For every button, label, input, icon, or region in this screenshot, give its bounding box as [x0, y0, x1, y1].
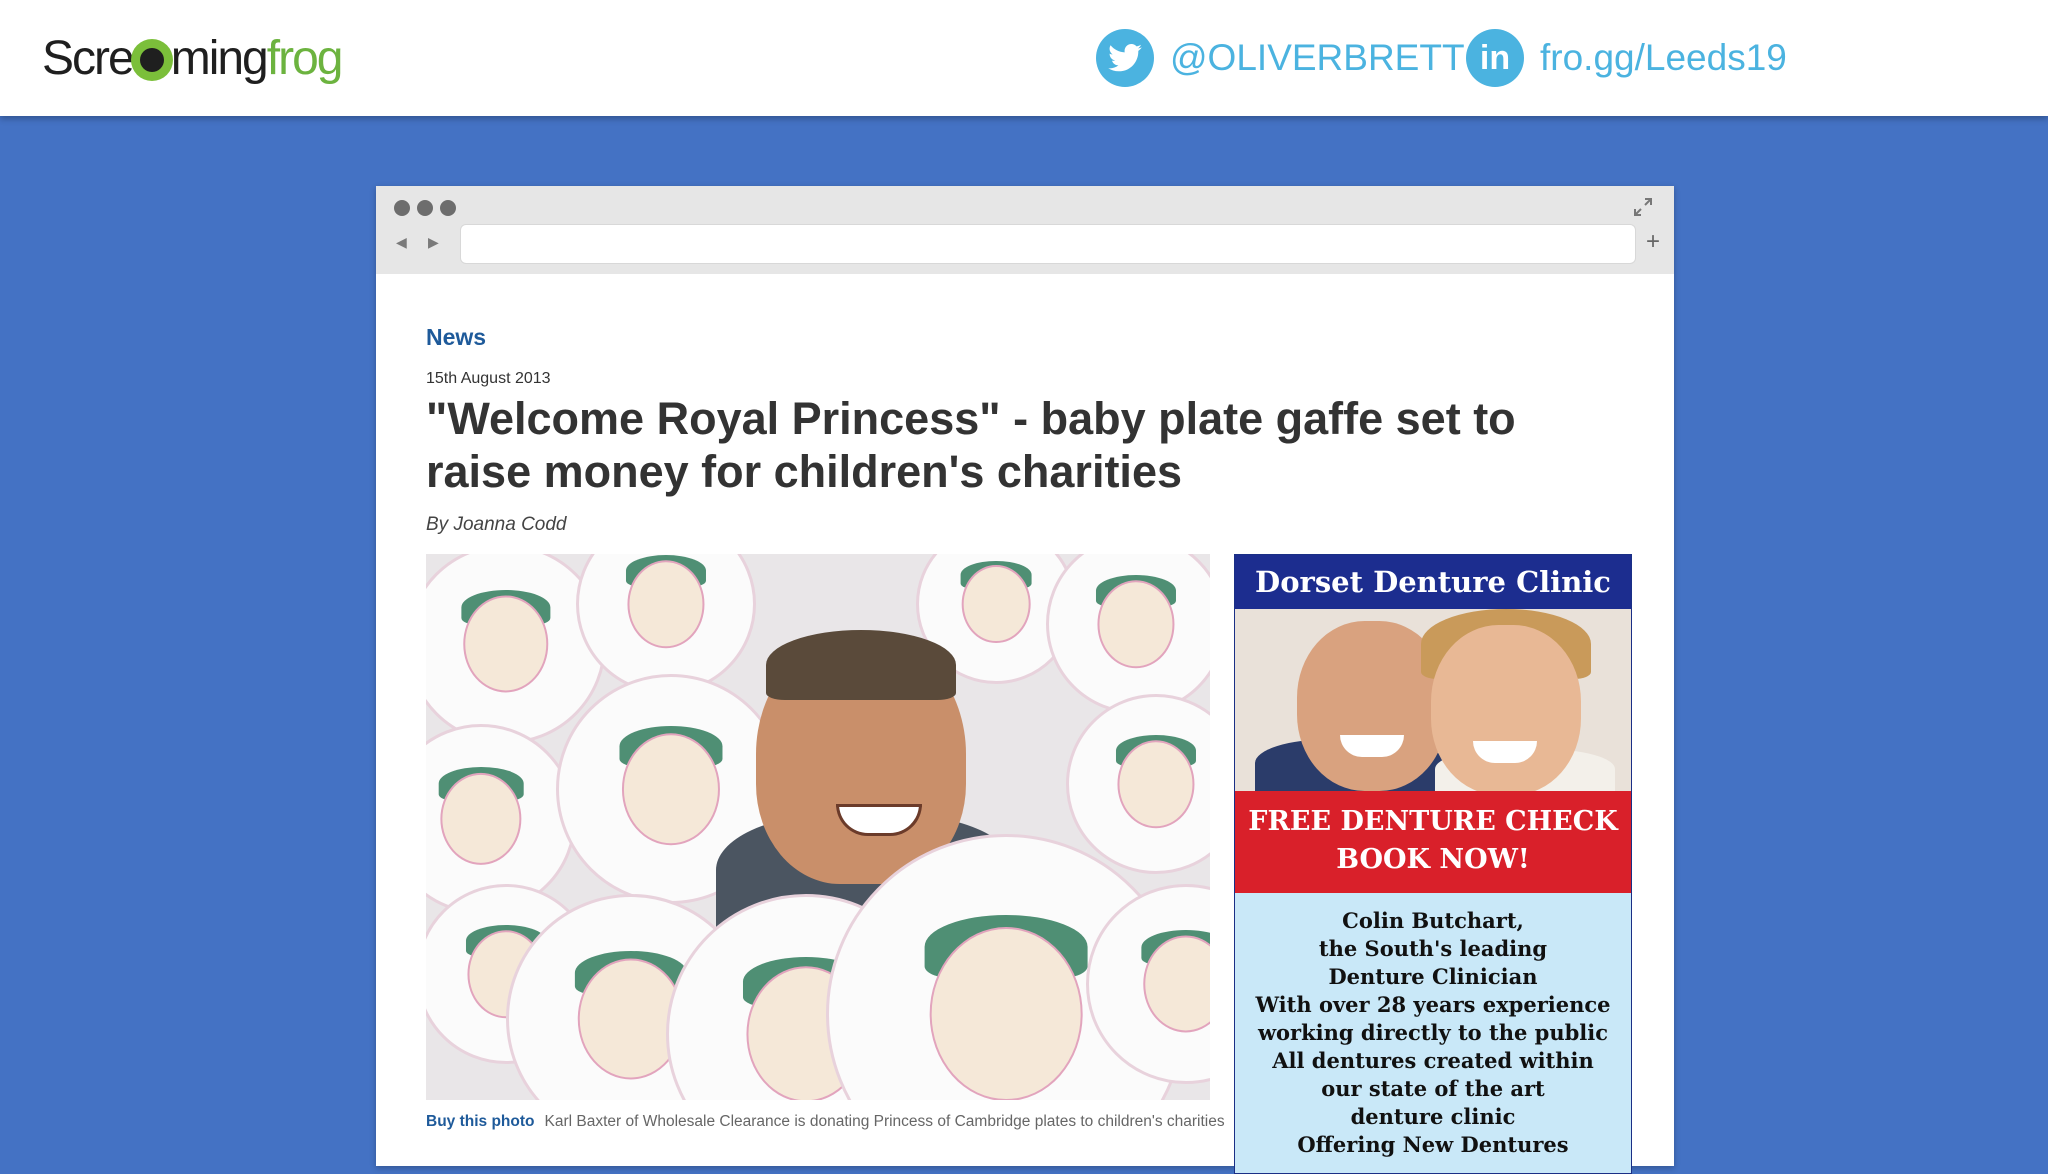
address-bar[interactable]: [460, 224, 1636, 264]
window-dot-icon[interactable]: [394, 200, 410, 216]
advert-line: our state of the art: [1321, 1076, 1545, 1101]
advert-banner[interactable]: Dorset Denture Clinic FREE DENTURE CHECK…: [1234, 554, 1632, 1174]
advert-line: Offering New Dentures: [1297, 1132, 1569, 1157]
woman-face: [1431, 625, 1581, 791]
twitter-icon: [1096, 29, 1154, 87]
linkedin-icon: in: [1466, 29, 1524, 87]
window-dot-icon[interactable]: [417, 200, 433, 216]
logo-text-part1: Scre: [42, 31, 135, 85]
slide-header: Scre ming frog @OLIVERBRETT in fro.gg/Le…: [0, 0, 2048, 116]
caption-text: Karl Baxter of Wholesale Clearance is do…: [544, 1113, 1225, 1130]
advert-cta-line2: BOOK NOW!: [1336, 844, 1530, 875]
forward-arrow-icon[interactable]: ▶: [428, 234, 446, 252]
buy-photo-link[interactable]: Buy this photo: [426, 1113, 535, 1130]
article-headline: "Welcome Royal Princess" - baby plate ga…: [426, 393, 1516, 497]
article-date: 15th August 2013: [426, 370, 551, 387]
new-tab-button[interactable]: +: [1646, 228, 1660, 256]
advert-line: the South's leading: [1318, 936, 1548, 961]
advert-cta-line1: FREE DENTURE CHECK: [1248, 806, 1618, 837]
article-photo[interactable]: [426, 554, 1210, 1100]
advert-body: Colin Butchart, the South's leading Dent…: [1235, 907, 1631, 1159]
twitter-handle[interactable]: @OLIVERBRETT: [1170, 37, 1465, 79]
advert-line: Denture Clinician: [1328, 964, 1538, 989]
logo-text-part2: ming: [170, 31, 269, 85]
twitter-contact[interactable]: @OLIVERBRETT: [1096, 28, 1465, 88]
frog-icon: [130, 39, 173, 81]
advert-line: Colin Butchart,: [1342, 908, 1524, 933]
browser-chrome: ◀ ▶ +: [376, 186, 1674, 274]
advert-line: working directly to the public: [1257, 1020, 1609, 1045]
advert-photo: [1235, 609, 1631, 791]
back-arrow-icon[interactable]: ◀: [396, 234, 414, 252]
advert-line: With over 28 years experience: [1255, 992, 1611, 1017]
browser-window: ◀ ▶ + News 15th August 2013 "Welcome Roy…: [376, 186, 1674, 1174]
advert-title: Dorset Denture Clinic: [1235, 555, 1631, 609]
linkedin-contact[interactable]: in fro.gg/Leeds19: [1466, 28, 1787, 88]
article-byline: By Joanna Codd: [426, 514, 567, 535]
man-face: [756, 630, 966, 884]
photo-caption: Buy this photo Karl Baxter of Wholesale C…: [426, 1112, 1226, 1131]
expand-icon[interactable]: [1632, 196, 1654, 218]
advert-cta[interactable]: FREE DENTURE CHECK BOOK NOW!: [1235, 791, 1631, 893]
linkedin-link[interactable]: fro.gg/Leeds19: [1540, 37, 1787, 79]
advert-line: denture clinic: [1350, 1104, 1516, 1129]
section-label[interactable]: News: [426, 324, 486, 351]
logo-text-part3: frog: [266, 31, 344, 85]
advert-line: All dentures created within: [1272, 1048, 1594, 1073]
window-dot-icon[interactable]: [440, 200, 456, 216]
screaming-frog-logo: Scre ming frog: [42, 30, 344, 86]
